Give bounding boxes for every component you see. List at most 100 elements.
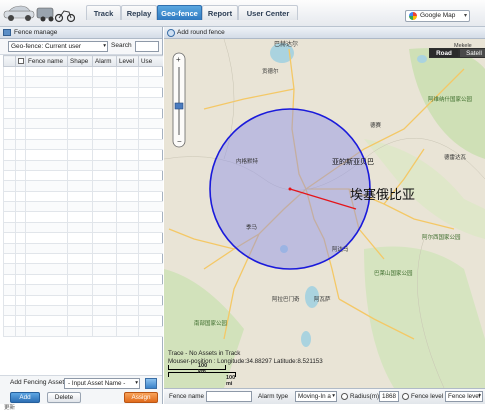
fence-level-radio[interactable] — [402, 393, 409, 400]
table-cell — [15, 117, 26, 130]
table-cell — [116, 315, 139, 327]
table-row[interactable] — [3, 159, 163, 171]
table-cell — [15, 315, 26, 327]
fence-level-select[interactable]: Fence level ▾ — [445, 391, 483, 402]
lake — [301, 331, 311, 347]
table-row[interactable] — [3, 190, 163, 203]
table-cell — [92, 294, 117, 307]
table-cell — [15, 76, 26, 88]
place-label: 德雷达瓦 — [444, 153, 467, 161]
table-row[interactable] — [3, 325, 163, 338]
lake — [417, 55, 427, 63]
table-cell — [25, 138, 68, 151]
map-canvas[interactable]: 巴赫达尔 贡德尔 德赛 亚的斯亚贝巴 内格默特 季马 阿瓦萨 阿达马 德雷达瓦 … — [164, 39, 485, 388]
table-row[interactable] — [3, 315, 163, 327]
table-cell — [3, 242, 16, 255]
table-row[interactable] — [3, 221, 163, 234]
assign-button[interactable]: Assign — [124, 392, 158, 403]
fence-center-marker[interactable] — [288, 187, 292, 191]
add-button[interactable]: Add — [10, 392, 40, 403]
table-cell — [25, 97, 68, 109]
map-type-road-button[interactable]: Road — [429, 48, 459, 58]
tab-report[interactable]: Report — [202, 5, 238, 20]
map-provider-select[interactable]: Google Map ▾ — [405, 10, 470, 22]
radius-radio[interactable] — [341, 393, 348, 400]
user-filter-select[interactable]: Geo-fence: Current user ▾ — [8, 41, 108, 52]
table-row[interactable] — [3, 149, 163, 161]
table-cell — [25, 76, 68, 88]
table-row[interactable] — [3, 107, 163, 119]
table-cell — [116, 211, 139, 223]
table-cell — [3, 190, 16, 203]
column-header-alarm[interactable]: Alarm — [92, 55, 117, 67]
tab-replay[interactable]: Replay — [121, 5, 157, 20]
table-row[interactable] — [3, 97, 163, 109]
table-cell — [3, 221, 16, 234]
map-type-satellite-button[interactable]: Satell — [459, 48, 485, 58]
table-row[interactable] — [3, 304, 163, 317]
table-cell — [3, 211, 16, 223]
table-cell — [25, 159, 68, 171]
table-cell — [116, 294, 139, 307]
table-cell — [67, 180, 93, 192]
table-row[interactable] — [3, 263, 163, 275]
table-row[interactable] — [3, 128, 163, 140]
map-svg[interactable]: 巴赫达尔 贡德尔 德赛 亚的斯亚贝巴 内格默特 季马 阿瓦萨 阿达马 德雷达瓦 … — [164, 39, 485, 388]
table-cell — [116, 190, 139, 203]
table-row[interactable] — [3, 211, 163, 223]
delete-button[interactable]: Delete — [47, 392, 81, 403]
table-row[interactable] — [3, 294, 163, 307]
table-row[interactable] — [3, 232, 163, 244]
asset-picker-button[interactable] — [145, 378, 157, 389]
table-row[interactable] — [3, 138, 163, 151]
column-header-use[interactable]: Use — [138, 55, 163, 67]
column-header-fence-name[interactable]: Fence name — [25, 55, 68, 67]
table-cell — [3, 65, 16, 78]
column-header-shape[interactable]: Shape — [67, 55, 93, 67]
column-header-level[interactable]: Level — [116, 55, 139, 67]
table-cell — [138, 65, 163, 78]
table-cell — [116, 117, 139, 130]
table-cell — [3, 201, 16, 213]
table-row[interactable] — [3, 180, 163, 192]
place-label: 亚的斯亚贝巴 — [332, 157, 374, 166]
place-label: 巴赫达尔 — [274, 40, 298, 48]
table-row[interactable] — [3, 65, 163, 78]
radius-input[interactable]: 1868 — [379, 391, 399, 402]
table-cell — [15, 169, 26, 182]
asset-name-select[interactable]: - Input Asset Name - ▾ — [64, 378, 140, 389]
table-cell — [15, 325, 26, 338]
table-row[interactable] — [3, 273, 163, 286]
table-row[interactable] — [3, 86, 163, 99]
place-label: 阿瓦萨 — [314, 295, 331, 303]
fence-name-input[interactable] — [206, 391, 252, 402]
table-cell — [25, 242, 68, 255]
footer-text: 更新 — [0, 404, 485, 413]
table-cell — [3, 138, 16, 151]
user-filter-value: Geo-fence: Current user — [11, 43, 82, 50]
table-row[interactable] — [3, 76, 163, 88]
table-cell — [138, 159, 163, 171]
tab-user-center[interactable]: User Center — [238, 5, 298, 20]
zoom-control[interactable]: + − — [172, 52, 186, 148]
tab-geo-fence[interactable]: Geo-fence — [157, 5, 202, 20]
table-cell — [3, 107, 16, 119]
tab-track[interactable]: Track — [86, 5, 121, 20]
alarm-type-select[interactable]: Moving-In a ▾ — [295, 391, 337, 402]
table-row[interactable] — [3, 284, 163, 296]
table-row[interactable] — [3, 253, 163, 265]
select-all-checkbox[interactable] — [15, 55, 26, 67]
place-label: 阿达马 — [332, 245, 349, 253]
search-input[interactable] — [135, 41, 159, 52]
chevron-down-icon: ▾ — [332, 393, 335, 399]
table-row[interactable] — [3, 242, 163, 255]
table-row[interactable] — [3, 201, 163, 213]
table-row[interactable] — [3, 169, 163, 182]
filter-toolbar: Geo-fence: Current user ▾ Search — [0, 39, 162, 55]
table-cell — [3, 315, 16, 327]
table-cell — [25, 221, 68, 234]
table-cell — [15, 201, 26, 213]
table-cell — [92, 138, 117, 151]
table-cell — [138, 190, 163, 203]
table-row[interactable] — [3, 117, 163, 130]
